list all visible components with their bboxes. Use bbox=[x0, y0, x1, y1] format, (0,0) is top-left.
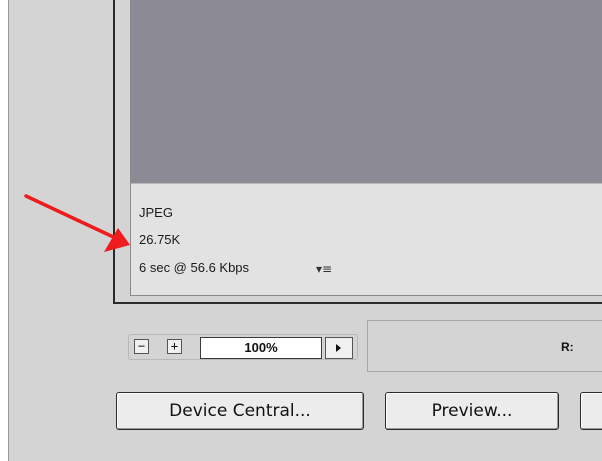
dropdown-menu-icon[interactable]: ▾≡ bbox=[316, 262, 332, 276]
red-value-label: R: bbox=[561, 340, 574, 354]
next-button-partial[interactable] bbox=[580, 392, 602, 430]
zoom-out-button[interactable]: − bbox=[134, 339, 149, 354]
zoom-menu-arrow-icon[interactable] bbox=[325, 337, 353, 359]
optimization-info-box bbox=[131, 184, 602, 295]
download-time-label: 6 sec @ 56.6 Kbps bbox=[139, 260, 250, 275]
zoom-in-button[interactable]: + bbox=[167, 339, 182, 354]
file-format-label: JPEG bbox=[139, 205, 173, 220]
image-preview-area[interactable] bbox=[131, 0, 602, 184]
zoom-level-input[interactable]: 100% bbox=[200, 337, 322, 359]
device-central-button[interactable]: Device Central... bbox=[116, 392, 364, 430]
window-edge bbox=[0, 0, 8, 461]
preview-button[interactable]: Preview... bbox=[385, 392, 559, 430]
file-size-label: 26.75K bbox=[139, 232, 181, 247]
